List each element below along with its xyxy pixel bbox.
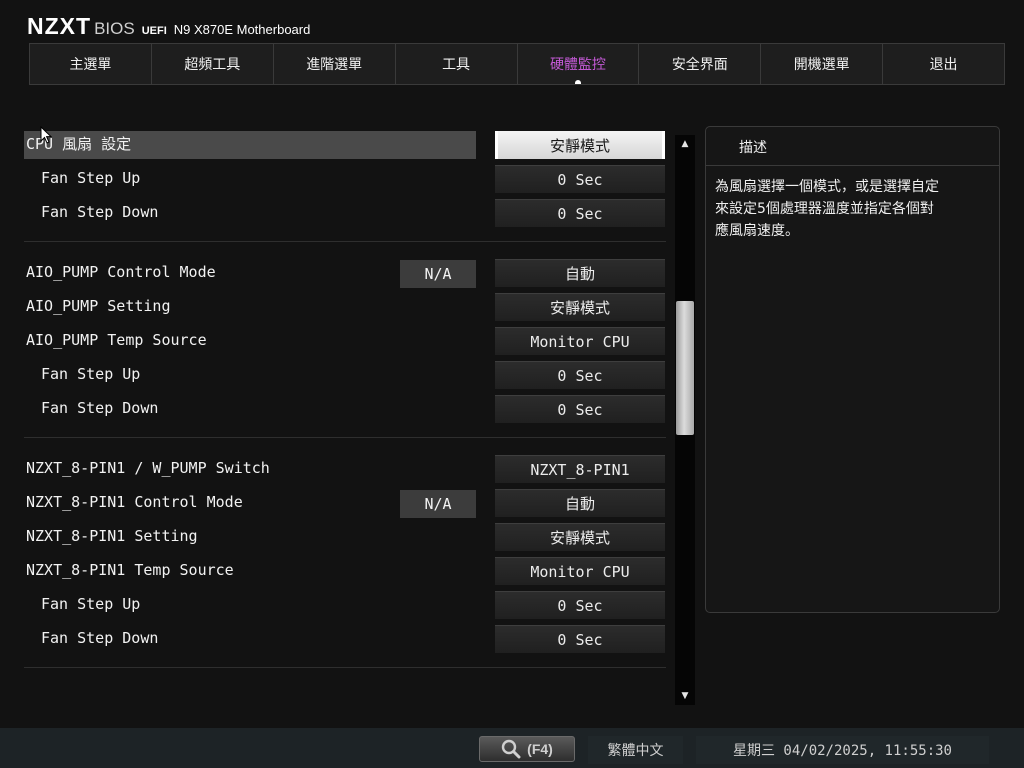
tab-label: 主選單 bbox=[69, 57, 112, 73]
triangle-up-icon[interactable]: ▲ bbox=[677, 137, 693, 151]
brand-header: NZXT BIOS UEFI N9 X870E Motherboard bbox=[27, 13, 310, 39]
search-shortcut-label: (F4) bbox=[527, 741, 553, 757]
tab-label: 進階選單 bbox=[306, 57, 363, 73]
tab-6[interactable]: 開機選單 bbox=[761, 44, 884, 84]
tab-label: 退出 bbox=[929, 57, 958, 73]
setting-row[interactable]: NZXT_8-PIN1 Temp Source Monitor CPU bbox=[24, 553, 666, 587]
setting-label: AIO_PUMP Setting bbox=[26, 297, 171, 315]
setting-value-button[interactable]: 0 Sec bbox=[495, 199, 665, 227]
description-text: 為風扇選擇一個模式，或是選擇自定 來設定5個處理器溫度並指定各個對 應風扇速度。 bbox=[706, 166, 999, 242]
setting-label: Fan Step Down bbox=[41, 399, 159, 417]
setting-label: Fan Step Up bbox=[41, 595, 141, 613]
setting-value-button[interactable]: Monitor CPU bbox=[495, 557, 665, 585]
setting-label: Fan Step Up bbox=[41, 365, 141, 383]
setting-label: NZXT_8-PIN1 / W_PUMP Switch bbox=[26, 459, 270, 477]
setting-label: Fan Step Down bbox=[41, 203, 159, 221]
setting-value-button[interactable]: 0 Sec bbox=[495, 395, 665, 423]
nzxt-logo: NZXT bbox=[27, 13, 92, 39]
setting-value-button[interactable]: 0 Sec bbox=[495, 591, 665, 619]
setting-value-button[interactable]: 自動 bbox=[495, 259, 665, 287]
setting-row[interactable]: Fan Step Up 0 Sec bbox=[24, 587, 666, 621]
status-bar: (F4) 繁體中文 星期三 04/02/2025, 11:55:30 bbox=[0, 728, 1024, 768]
status-badge: N/A bbox=[400, 260, 476, 288]
tab-label: 開機選單 bbox=[793, 57, 850, 73]
tab-4[interactable]: 硬體監控 bbox=[517, 44, 640, 84]
setting-row[interactable]: AIO_PUMP Setting 安靜模式 bbox=[24, 289, 666, 323]
main-tab-bar: 主選單 超頻工具 進階選單 工具 硬體監控 安全界面 開機選單 退出 bbox=[29, 43, 1005, 85]
tab-3[interactable]: 工具 bbox=[395, 44, 518, 84]
group-divider bbox=[24, 655, 666, 681]
setting-label: AIO_PUMP Control Mode bbox=[26, 263, 216, 281]
setting-row[interactable]: Fan Step Up 0 Sec bbox=[24, 357, 666, 391]
description-line: 應風扇速度。 bbox=[715, 223, 799, 239]
tab-label: 超頻工具 bbox=[184, 57, 241, 73]
search-button[interactable]: (F4) bbox=[479, 736, 575, 762]
description-title: 描述 bbox=[706, 127, 999, 166]
triangle-down-icon[interactable]: ▼ bbox=[677, 689, 693, 703]
setting-label: AIO_PUMP Temp Source bbox=[26, 331, 207, 349]
setting-label: NZXT_8-PIN1 Temp Source bbox=[26, 561, 234, 579]
setting-row[interactable]: Fan Step Up 0 Sec bbox=[24, 161, 666, 195]
setting-value-button[interactable]: 自動 bbox=[495, 489, 665, 517]
setting-value-button[interactable]: 安靜模式 bbox=[495, 293, 665, 321]
setting-row[interactable]: Fan Step Down 0 Sec bbox=[24, 391, 666, 425]
setting-value-button[interactable]: 0 Sec bbox=[495, 625, 665, 653]
setting-row[interactable]: NZXT_8-PIN1 Setting 安靜模式 bbox=[24, 519, 666, 553]
tab-1[interactable]: 超頻工具 bbox=[151, 44, 274, 84]
setting-label: NZXT_8-PIN1 Control Mode bbox=[26, 493, 243, 511]
tab-7[interactable]: 退出 bbox=[883, 44, 1004, 84]
setting-value-button[interactable]: NZXT_8-PIN1 bbox=[495, 455, 665, 483]
description-line: 為風扇選擇一個模式，或是選擇自定 bbox=[715, 179, 939, 195]
setting-value-button[interactable]: Monitor CPU bbox=[495, 327, 665, 355]
setting-value-button[interactable]: 0 Sec bbox=[495, 361, 665, 389]
setting-row[interactable]: CPU 風扇 設定 安靜模式 bbox=[24, 127, 666, 161]
setting-row[interactable]: AIO_PUMP Temp Source Monitor CPU bbox=[24, 323, 666, 357]
settings-scrollbar[interactable]: ▲ ▼ bbox=[675, 135, 695, 705]
settings-list: CPU 風扇 設定 安靜模式 Fan Step Up 0 Sec Fan Step Do… bbox=[24, 127, 666, 681]
setting-value-button[interactable]: 安靜模式 bbox=[495, 523, 665, 551]
setting-row[interactable]: Fan Step Down 0 Sec bbox=[24, 195, 666, 229]
setting-row[interactable]: NZXT_8-PIN1 / W_PUMP Switch NZXT_8-PIN1 bbox=[24, 451, 666, 485]
tab-5[interactable]: 安全界面 bbox=[639, 44, 762, 84]
description-panel: 描述 為風扇選擇一個模式，或是選擇自定 來設定5個處理器溫度並指定各個對 應風扇速度… bbox=[705, 126, 1000, 613]
tab-label: 安全界面 bbox=[671, 57, 728, 73]
setting-label: NZXT_8-PIN1 Setting bbox=[26, 527, 198, 545]
motherboard-model: N9 X870E Motherboard bbox=[173, 22, 311, 37]
setting-row[interactable]: AIO_PUMP Control Mode N/A 自動 bbox=[24, 255, 666, 289]
setting-row[interactable]: NZXT_8-PIN1 Control Mode N/A 自動 bbox=[24, 485, 666, 519]
status-badge: N/A bbox=[400, 490, 476, 518]
date-time-display: 星期三 04/02/2025, 11:55:30 bbox=[696, 736, 989, 764]
group-divider bbox=[24, 229, 666, 255]
tab-label: 工具 bbox=[442, 57, 471, 73]
description-line: 來設定5個處理器溫度並指定各個對 bbox=[715, 201, 934, 217]
language-selector[interactable]: 繁體中文 bbox=[588, 736, 683, 764]
setting-value-button[interactable]: 0 Sec bbox=[495, 165, 665, 193]
scroll-thumb[interactable] bbox=[676, 301, 694, 435]
mouse-pointer-icon bbox=[40, 126, 52, 144]
tab-2[interactable]: 進階選單 bbox=[273, 44, 396, 84]
bios-label: BIOS bbox=[94, 19, 135, 38]
setting-value-button[interactable]: 安靜模式 bbox=[495, 131, 665, 159]
setting-label: Fan Step Up bbox=[41, 169, 141, 187]
setting-row[interactable]: Fan Step Down 0 Sec bbox=[24, 621, 666, 655]
uefi-label: UEFI bbox=[141, 25, 167, 37]
tab-label: 硬體監控 bbox=[549, 57, 606, 73]
active-tab-indicator bbox=[574, 80, 581, 84]
tab-0[interactable]: 主選單 bbox=[30, 44, 152, 84]
magnifier-icon bbox=[501, 739, 521, 759]
setting-label: Fan Step Down bbox=[41, 629, 159, 647]
group-divider bbox=[24, 425, 666, 451]
